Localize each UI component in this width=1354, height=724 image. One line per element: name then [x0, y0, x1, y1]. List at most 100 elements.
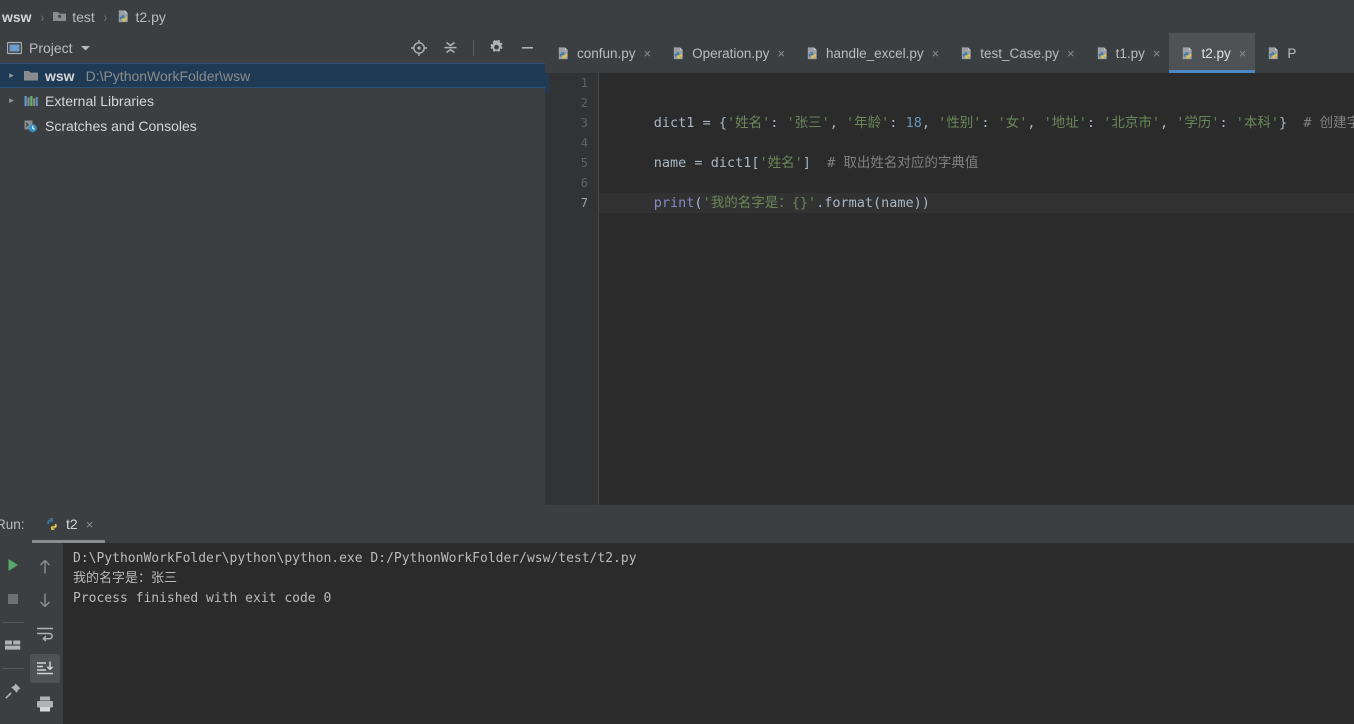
run-tab-t2[interactable]: t2 ×: [32, 505, 106, 543]
editor-tab-t1[interactable]: t1.py ×: [1084, 33, 1170, 73]
tree-node-external-libraries[interactable]: ▸ External Libraries: [0, 88, 545, 113]
code-token: dict1[: [710, 155, 760, 171]
python-file-icon: [959, 46, 974, 61]
tree-node-scratches-and-consoles[interactable]: Scratches and Consoles: [0, 113, 545, 138]
code-token: :: [770, 115, 787, 131]
stop-icon[interactable]: [0, 585, 26, 613]
python-file-icon: [116, 9, 131, 24]
editor-tab-bar: confun.py × Operation.py × handle_excel.…: [545, 33, 1354, 73]
editor-gutter[interactable]: 1 2 3 4 5 6 7: [545, 73, 598, 505]
project-panel-title: Project: [29, 39, 73, 56]
close-icon[interactable]: ×: [1239, 47, 1247, 60]
console-line: Process finished with exit code 0: [73, 591, 332, 606]
chevron-down-icon[interactable]: [80, 44, 91, 52]
pin-icon[interactable]: [0, 677, 26, 705]
close-icon[interactable]: ×: [644, 47, 652, 60]
python-file-icon: [805, 46, 820, 61]
code-token: '女': [997, 115, 1028, 131]
console-line: D:\PythonWorkFolder\python\python.exe D:…: [73, 551, 637, 566]
editor-tab-label: t2.py: [1201, 45, 1231, 61]
scroll-to-end-icon[interactable]: [30, 654, 60, 684]
gear-icon[interactable]: [488, 39, 505, 56]
run-panel-label: Run:: [0, 516, 25, 532]
project-panel-header: Project: [0, 33, 545, 63]
code-token: :: [981, 115, 998, 131]
editor-tab-label: t1.py: [1115, 45, 1145, 61]
run-tab-label: t2: [66, 516, 78, 532]
soft-wrap-icon[interactable]: [30, 619, 60, 648]
code-token: (: [694, 195, 703, 211]
code-token: ,: [921, 115, 939, 131]
code-editor[interactable]: 1 2 3 4 5 6 7 dict1 = {'姓名': '张三', '年龄':…: [545, 73, 1354, 505]
code-token: .format(name)): [816, 195, 930, 211]
code-token: '北京市': [1103, 115, 1160, 131]
python-file-icon: [1180, 46, 1195, 61]
breadcrumb-label: t2.py: [135, 8, 166, 25]
code-token: '姓名': [726, 115, 771, 131]
breadcrumb-item-folder[interactable]: test: [50, 9, 97, 25]
chevron-right-icon[interactable]: ▸: [6, 95, 17, 106]
line-number: 5: [580, 156, 588, 170]
editor-tab-label: confun.py: [577, 45, 636, 61]
tree-node-wsw[interactable]: ▸ wsw D:\PythonWorkFolder\wsw: [0, 63, 545, 88]
code-token: '本科': [1235, 115, 1280, 131]
run-tool-window: Run: t2 × D:\PythonWorkFolder\python\pyt…: [0, 505, 1354, 724]
python-file-icon: [1266, 46, 1281, 61]
code-token: ,: [1027, 115, 1044, 131]
run-icon[interactable]: [0, 551, 26, 579]
locate-icon[interactable]: [410, 39, 428, 57]
close-icon[interactable]: ×: [1067, 47, 1075, 60]
line-number: 6: [580, 176, 588, 190]
code-token: ]: [802, 155, 811, 171]
code-token: :: [1219, 115, 1236, 131]
editor-tab-operation[interactable]: Operation.py ×: [660, 33, 794, 73]
editor-tab-t2[interactable]: t2.py ×: [1169, 33, 1256, 73]
chevron-right-icon[interactable]: ▸: [6, 70, 17, 81]
console-line: 我的名字是：张三: [73, 571, 178, 586]
code-token: '张三': [786, 115, 830, 131]
arrow-up-icon[interactable]: [32, 553, 58, 580]
project-tree: ▸ wsw D:\PythonWorkFolder\wsw ▸ External…: [0, 63, 545, 138]
code-token: :: [1086, 115, 1104, 131]
print-icon[interactable]: [30, 689, 60, 718]
editor-tab-confun[interactable]: confun.py ×: [545, 33, 660, 73]
code-token: {: [718, 115, 727, 131]
code-token: 18: [905, 115, 922, 131]
gutter-marker: [545, 73, 549, 93]
code-token: '我的名字是：{}': [702, 195, 817, 211]
python-file-icon: [556, 46, 571, 61]
close-icon[interactable]: ×: [932, 47, 940, 60]
code-token: '性别': [938, 115, 982, 131]
code-comment: # 创建字典: [1303, 115, 1354, 131]
breadcrumb-label: test: [72, 8, 95, 25]
breadcrumb-separator: ›: [103, 8, 107, 25]
editor-tab-test-case[interactable]: test_Case.py ×: [948, 33, 1083, 73]
editor-tab-partial[interactable]: P: [1255, 33, 1305, 73]
arrow-down-icon[interactable]: [32, 586, 58, 613]
python-file-icon: [1095, 46, 1110, 61]
breadcrumb-label: wsw: [2, 8, 32, 25]
breadcrumb-item-project[interactable]: wsw: [0, 9, 34, 25]
breadcrumb-item-file[interactable]: t2.py: [114, 9, 168, 25]
code-surface[interactable]: dict1 = {'姓名': '张三', '年龄': 18, '性别': '女'…: [599, 73, 1354, 505]
layout-icon[interactable]: [0, 631, 26, 659]
toolbar-divider: [2, 668, 24, 669]
editor-tab-handle-excel[interactable]: handle_excel.py ×: [794, 33, 948, 73]
folder-icon: [23, 69, 39, 82]
code-line-6: print('我的名字是：{}'.format(name)): [599, 173, 1354, 211]
toolbar-divider: [473, 39, 474, 56]
close-icon[interactable]: ×: [777, 47, 785, 60]
code-token: '学历': [1176, 115, 1220, 131]
run-tab-bar: Run: t2 ×: [0, 505, 1354, 543]
run-console-output[interactable]: D:\PythonWorkFolder\python\python.exe D:…: [63, 543, 1354, 724]
close-icon[interactable]: ×: [1153, 47, 1161, 60]
code-token: =: [702, 115, 719, 131]
close-icon[interactable]: ×: [86, 518, 94, 531]
tree-node-path: D:\PythonWorkFolder\wsw: [85, 67, 251, 84]
code-token: ,: [1159, 115, 1177, 131]
collapse-all-icon[interactable]: [442, 39, 459, 56]
minimize-icon[interactable]: [519, 39, 536, 56]
tree-node-label: wsw: [45, 67, 75, 84]
libraries-icon: [23, 94, 39, 108]
project-title-group[interactable]: Project: [7, 40, 91, 56]
